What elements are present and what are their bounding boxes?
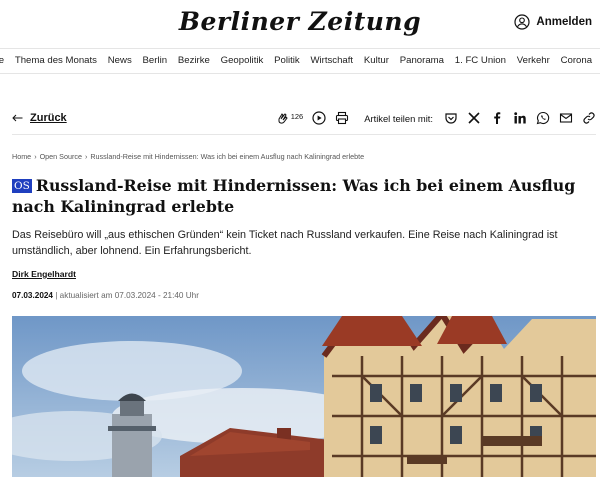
nav-item[interactable]: ne: [0, 55, 9, 66]
x-icon[interactable]: [467, 111, 481, 125]
breadcrumb: Home › Open Source › Russland-Reise mit Hind…: [12, 152, 365, 161]
nav-item[interactable]: Panorama: [394, 55, 449, 66]
main-nav: neThema des MonatsNewsBerlinBezirkeGeopo…: [0, 48, 600, 74]
nav-item[interactable]: Corona: [555, 55, 597, 66]
article-lead: Das Reisebüro will „aus ethischen Gründe…: [12, 229, 558, 257]
link-icon[interactable]: [582, 111, 596, 125]
nav-item[interactable]: News: [102, 55, 137, 66]
breadcrumb-home[interactable]: Home: [12, 152, 31, 161]
publish-date: 07.03.2024 | aktualisiert am 07.03.2024 …: [12, 291, 199, 300]
updated-date: | aktualisiert am 07.03.2024 - 21:40 Uhr: [55, 291, 199, 300]
hero-image: [12, 316, 596, 477]
hero-photo: [12, 316, 596, 477]
linkedin-icon[interactable]: [513, 111, 527, 125]
back-label: Zurück: [30, 112, 67, 124]
clap-count: 126: [290, 111, 304, 121]
arrow-left-icon: [12, 114, 23, 122]
site-logo[interactable]: Berliner Zeitung: [0, 7, 600, 36]
nav-item[interactable]: Politik: [269, 55, 305, 66]
publish-date-value: 07.03.2024: [12, 291, 53, 300]
nav-item[interactable]: Bezirke: [172, 55, 215, 66]
open-source-badge: OS: [12, 179, 32, 193]
user-icon: [514, 14, 531, 30]
whatsapp-icon[interactable]: [536, 111, 550, 125]
toolbar-divider: [12, 134, 596, 135]
breadcrumb-current: Russland-Reise mit Hindernissen: Was ich…: [90, 152, 365, 161]
author-link[interactable]: Dirk Engelhardt: [12, 269, 76, 279]
play-icon[interactable]: [312, 111, 326, 125]
article-toolbar: Zurück 126 Artikel teilen mit:: [12, 110, 596, 130]
login-label: Anmelden: [536, 16, 592, 28]
article-title: OS Russland-Reise mit Hindernissen: Was i…: [12, 175, 592, 217]
nav-item[interactable]: Wirtschaft: [305, 55, 358, 66]
mail-icon[interactable]: [559, 111, 573, 125]
facebook-icon[interactable]: [490, 111, 504, 125]
site-header: Berliner Zeitung Anmelden: [0, 0, 600, 46]
login-button[interactable]: Anmelden: [514, 14, 592, 30]
nav-item[interactable]: Berlin: [137, 55, 172, 66]
print-icon[interactable]: [335, 111, 349, 125]
share-label: Artikel teilen mit:: [364, 112, 433, 124]
breadcrumb-section[interactable]: Open Source: [40, 152, 82, 161]
back-link[interactable]: Zurück: [12, 112, 67, 124]
article-title-text: Russland-Reise mit Hindernissen: Was ich…: [12, 176, 576, 216]
nav-item[interactable]: Verkehr: [511, 55, 555, 66]
nav-item[interactable]: Geopolitik: [215, 55, 268, 66]
nav-item[interactable]: Thema des Monats: [9, 55, 102, 66]
pocket-icon[interactable]: [444, 111, 458, 125]
nav-item[interactable]: 1. FC Union: [449, 55, 511, 66]
nav-item[interactable]: Kultur: [359, 55, 395, 66]
clap-icon[interactable]: [276, 111, 290, 125]
